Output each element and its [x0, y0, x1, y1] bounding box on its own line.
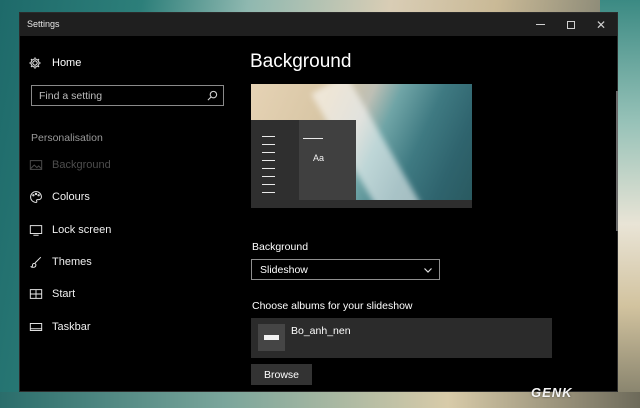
picture-icon [29, 160, 43, 170]
palette-icon [30, 191, 42, 203]
sidebar-item-label: Themes [52, 256, 92, 268]
scrollbar[interactable] [616, 91, 618, 231]
maximize-button[interactable] [556, 13, 586, 36]
search-input[interactable] [32, 86, 202, 105]
taskbar-icon [29, 323, 43, 331]
gear-icon [29, 57, 41, 69]
page-title: Background [250, 51, 352, 72]
sidebar-item-label: Taskbar [52, 321, 91, 333]
preview-menu-line [262, 184, 275, 185]
preview-menu-line [262, 136, 275, 137]
title-bar[interactable]: Settings ✕ [20, 13, 617, 36]
sidebar-item-background[interactable]: Background [29, 155, 209, 175]
home-nav-item[interactable]: Home [28, 53, 208, 73]
close-button[interactable]: ✕ [586, 13, 616, 36]
section-heading: Personalisation [31, 132, 103, 144]
minimize-icon [535, 24, 545, 25]
background-preview: Aa [251, 84, 472, 208]
minimize-button[interactable] [525, 13, 555, 36]
background-label: Background [252, 241, 309, 253]
preview-tile-bar [303, 138, 323, 139]
preview-taskbar [251, 200, 472, 208]
dropdown-value: Slideshow [260, 264, 308, 276]
sidebar-item-colours[interactable]: Colours [29, 187, 209, 207]
album-thumbnail-bar [264, 335, 279, 340]
albums-label: Choose albums for your slideshow [252, 300, 413, 312]
preview-menu-line [262, 176, 275, 177]
home-label: Home [52, 57, 82, 69]
album-thumbnail [258, 324, 285, 351]
sidebar-item-label: Colours [52, 191, 90, 203]
sidebar-item-lock-screen[interactable]: Lock screen [29, 220, 209, 240]
preview-text: Aa [313, 153, 325, 163]
preview-menu-line [262, 168, 275, 169]
sidebar-item-themes[interactable]: Themes [29, 252, 209, 272]
preview-tile: Aa [299, 120, 356, 200]
sidebar-item-label: Start [52, 288, 76, 300]
album-name: Bo_anh_nen [291, 325, 351, 337]
lock-screen-icon [29, 225, 43, 236]
start-icon [29, 289, 43, 299]
preview-menu-line [262, 144, 275, 145]
settings-window: Settings ✕ Home Personalisation [19, 12, 618, 392]
sidebar-item-label: Background [52, 159, 111, 171]
maximize-icon [567, 20, 575, 29]
sidebar-item-start[interactable]: Start [29, 284, 209, 304]
album-item[interactable]: Bo_anh_nen [251, 318, 552, 358]
window-title: Settings [27, 19, 60, 29]
browse-button[interactable]: Browse [251, 364, 312, 385]
chevron-down-icon [424, 268, 432, 273]
preview-menu-line [262, 192, 275, 193]
background-dropdown[interactable]: Slideshow [251, 259, 440, 280]
preview-menu-line [262, 152, 275, 153]
brush-icon [29, 256, 42, 268]
search-box[interactable] [31, 85, 224, 106]
watermark-logo: GENK [531, 385, 573, 400]
sidebar-item-label: Lock screen [52, 224, 112, 236]
search-icon[interactable] [207, 90, 218, 101]
preview-menu-line [262, 160, 275, 161]
sidebar-item-taskbar[interactable]: Taskbar [29, 317, 209, 337]
close-icon: ✕ [595, 17, 607, 32]
